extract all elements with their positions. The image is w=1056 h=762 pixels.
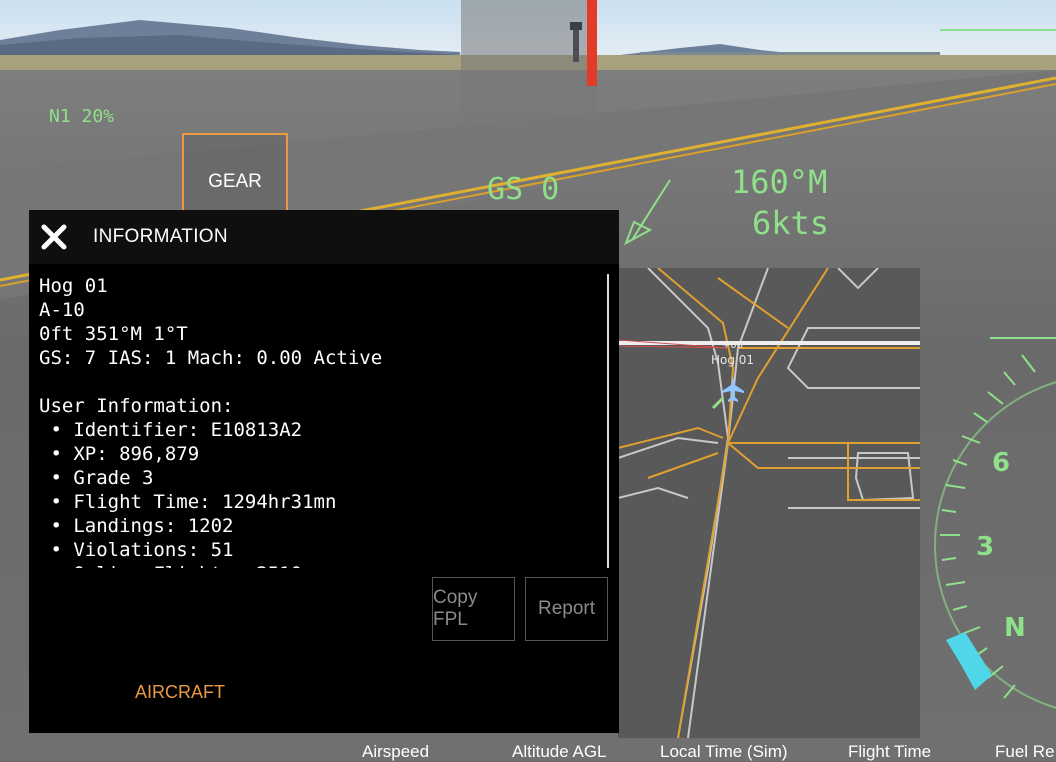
aircraft-icon <box>722 376 744 402</box>
speed-readout: 6kts <box>752 204 830 242</box>
ground-speed-readout: GS 0 <box>487 172 560 207</box>
map-aircraft-label: Hog 01 <box>711 353 755 367</box>
status-label-flight-time[interactable]: Flight Time <box>848 742 931 762</box>
n1-readout: N1 20% <box>49 106 115 127</box>
status-label-local-time[interactable]: Local Time (Sim) <box>660 742 788 762</box>
minimap-taxiways <box>618 268 920 738</box>
status-label-airspeed[interactable]: Airspeed <box>362 742 429 762</box>
minimap[interactable]: +00 Hog 01 <box>618 268 920 738</box>
map-altitude-tag: +00 <box>722 340 744 351</box>
control-tower-top <box>570 22 582 30</box>
status-label-altitude-agl[interactable]: Altitude AGL <box>512 742 607 762</box>
compass-label-n: N <box>1004 613 1026 643</box>
compass-label-3: 3 <box>976 532 995 562</box>
panel-title: INFORMATION <box>93 226 228 247</box>
copy-fpl-button[interactable]: Copy FPL <box>432 577 515 641</box>
heading-readout: 160°M <box>731 163 828 201</box>
status-label-fuel[interactable]: Fuel Re <box>995 742 1055 762</box>
info-scrollbar[interactable] <box>607 274 609 568</box>
report-button[interactable]: Report <box>525 577 608 641</box>
compass-label-6: 6 <box>992 448 1011 478</box>
red-indicator-bar <box>587 0 597 86</box>
user-info-text: Hog 01 A-10 0ft 351°M 1°T GS: 7 IAS: 1 M… <box>39 275 383 568</box>
information-panel: INFORMATION Hog 01 A-10 0ft 351°M 1°T GS… <box>29 210 619 733</box>
close-icon[interactable] <box>39 222 69 252</box>
aircraft-tab[interactable]: AIRCRAFT <box>135 682 225 703</box>
panel-header: INFORMATION <box>29 210 619 264</box>
compass-rose: 6 3 N <box>920 330 1056 759</box>
